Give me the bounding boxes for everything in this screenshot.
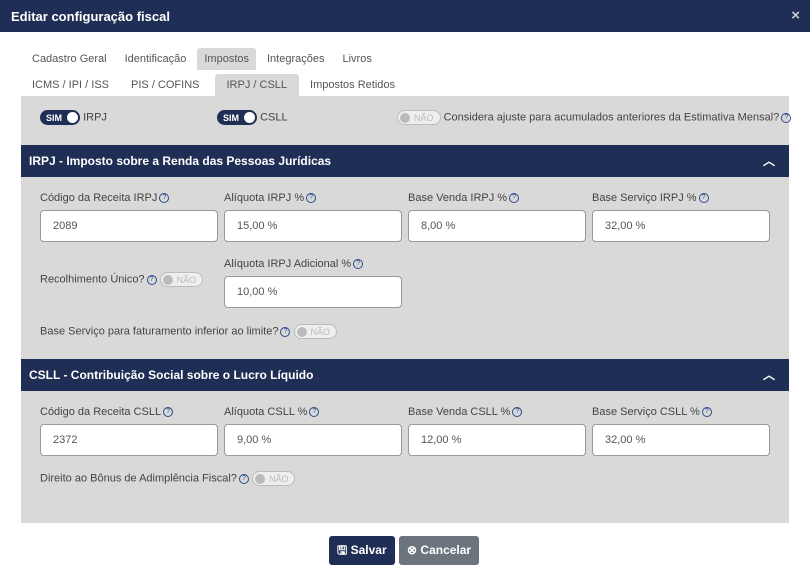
tab-identificacao[interactable]: Identificação: [118, 48, 194, 70]
help-icon[interactable]: ?: [280, 326, 291, 337]
tab-impostos[interactable]: Impostos: [197, 48, 256, 70]
field-label: Alíquota IRPJ %: [224, 192, 305, 204]
tab-icms[interactable]: ICMS / IPI / ISS: [25, 74, 116, 96]
tab-pis-cofins[interactable]: PIS / COFINS: [124, 74, 206, 96]
irpj-field-base-servico: Base Serviço IRPJ %? 32,00 %: [592, 192, 770, 242]
csll-section-title: CSLL - Contribuição Social sobre o Lucro…: [29, 368, 314, 382]
base-venda-irpj-input[interactable]: 8,00 %: [408, 210, 586, 242]
help-icon[interactable]: ?: [163, 407, 174, 418]
csll-toggle-label: CSLL: [260, 111, 288, 124]
aliquota-csll-input[interactable]: 9,00 %: [224, 424, 402, 456]
irpj-toggle[interactable]: SIM: [40, 110, 81, 125]
ajuste-label: Considera ajuste para acumulados anterio…: [443, 111, 780, 124]
irpj-section-header[interactable]: IRPJ - Imposto sobre a Renda das Pessoas…: [21, 145, 789, 177]
base-servico-csll-input[interactable]: 32,00 %: [592, 424, 770, 456]
tab-impostos-retidos[interactable]: Impostos Retidos: [303, 74, 402, 96]
field-label: Base Venda CSLL %: [408, 406, 511, 418]
help-icon[interactable]: ?: [353, 259, 364, 270]
help-icon[interactable]: ?: [159, 193, 170, 204]
help-icon[interactable]: ?: [512, 407, 523, 418]
csll-field-aliquota: Alíquota CSLL %? 9,00 %: [224, 406, 402, 456]
field-label: Alíquota CSLL %: [224, 406, 308, 418]
field-label: Código da Receita CSLL: [40, 406, 162, 418]
bonus-toggle[interactable]: NÃO: [251, 471, 296, 486]
base-venda-csll-input[interactable]: 12,00 %: [408, 424, 586, 456]
field-label: Código da Receita IRPJ: [40, 192, 158, 204]
base-servico-limite-label: Base Serviço para faturamento inferior a…: [40, 325, 279, 338]
dialog-title: Editar configuração fiscal: [11, 9, 170, 24]
save-icon: 🖫: [337, 543, 348, 557]
sub-tabs: ICMS / IPI / ISS PIS / COFINS IRPJ / CSL…: [25, 74, 402, 96]
chevron-up-icon[interactable]: ︿: [763, 145, 775, 177]
field-label: Base Venda IRPJ %: [408, 192, 508, 204]
irpj-field-base-venda: Base Venda IRPJ %? 8,00 %: [408, 192, 586, 242]
ajuste-toggle-row: NÃO Considera ajuste para acumulados ant…: [397, 110, 792, 125]
save-button[interactable]: 🖫 Salvar: [329, 536, 395, 565]
help-icon[interactable]: ?: [781, 112, 792, 123]
field-label: Base Serviço IRPJ %: [592, 192, 697, 204]
field-label: Base Serviço CSLL %: [592, 406, 700, 418]
chevron-up-icon[interactable]: ︿: [763, 359, 775, 391]
aliquota-adicional-input[interactable]: 10,00 %: [224, 276, 402, 308]
csll-section-header[interactable]: CSLL - Contribuição Social sobre o Lucro…: [21, 359, 789, 391]
help-icon[interactable]: ?: [238, 473, 249, 484]
base-servico-limite-row: Base Serviço para faturamento inferior a…: [40, 324, 338, 339]
irpj-toggle-label: IRPJ: [83, 111, 107, 124]
bonus-row: Direito ao Bônus de Adimplência Fiscal??…: [40, 471, 296, 486]
tab-livros[interactable]: Livros: [335, 48, 378, 70]
cancel-icon: ⊗: [407, 543, 418, 557]
help-icon[interactable]: ?: [509, 193, 520, 204]
close-icon[interactable]: ×: [791, 7, 800, 24]
aliquota-irpj-input[interactable]: 15,00 %: [224, 210, 402, 242]
codigo-receita-csll-input[interactable]: 2372: [40, 424, 218, 456]
csll-toggle[interactable]: SIM: [217, 110, 258, 125]
irpj-field-aliquota: Alíquota IRPJ %? 15,00 %: [224, 192, 402, 242]
irpj-field-adicional: Alíquota IRPJ Adicional %? 10,00 %: [224, 258, 402, 308]
csll-field-base-servico: Base Serviço CSLL %? 32,00 %: [592, 406, 770, 456]
csll-toggle-row: SIM CSLL: [217, 110, 288, 125]
tab-irpj-csll[interactable]: IRPJ / CSLL: [214, 74, 300, 96]
recolhimento-label: Recolhimento Único?: [40, 273, 145, 286]
recolhimento-toggle[interactable]: NÃO: [159, 272, 204, 287]
help-icon[interactable]: ?: [309, 407, 320, 418]
csll-field-codigo: Código da Receita CSLL? 2372: [40, 406, 218, 456]
field-label: Alíquota IRPJ Adicional %: [224, 258, 352, 270]
codigo-receita-irpj-input[interactable]: 2089: [40, 210, 218, 242]
csll-field-base-venda: Base Venda CSLL %? 12,00 %: [408, 406, 586, 456]
main-tabs: Cadastro Geral Identificação Impostos In…: [25, 48, 379, 70]
ajuste-toggle[interactable]: NÃO: [397, 110, 441, 125]
cancel-button[interactable]: ⊗ Cancelar: [399, 536, 480, 565]
help-icon[interactable]: ?: [146, 274, 157, 285]
cancel-label: Cancelar: [420, 543, 472, 557]
recolhimento-row: Recolhimento Único?? NÃO: [40, 272, 204, 287]
help-icon[interactable]: ?: [306, 193, 317, 204]
bonus-label: Direito ao Bônus de Adimplência Fiscal?: [40, 472, 237, 485]
help-icon[interactable]: ?: [698, 193, 709, 204]
tab-cadastro-geral[interactable]: Cadastro Geral: [25, 48, 114, 70]
help-icon[interactable]: ?: [701, 407, 712, 418]
irpj-toggle-row: SIM IRPJ: [40, 110, 107, 125]
base-servico-irpj-input[interactable]: 32,00 %: [592, 210, 770, 242]
save-label: Salvar: [350, 543, 387, 557]
dialog-header: Editar configuração fiscal ×: [0, 0, 810, 32]
irpj-section-title: IRPJ - Imposto sobre a Renda das Pessoas…: [29, 154, 332, 168]
base-servico-limite-toggle[interactable]: NÃO: [293, 324, 338, 339]
tab-integracoes[interactable]: Integrações: [260, 48, 331, 70]
irpj-field-codigo: Código da Receita IRPJ? 2089: [40, 192, 218, 242]
